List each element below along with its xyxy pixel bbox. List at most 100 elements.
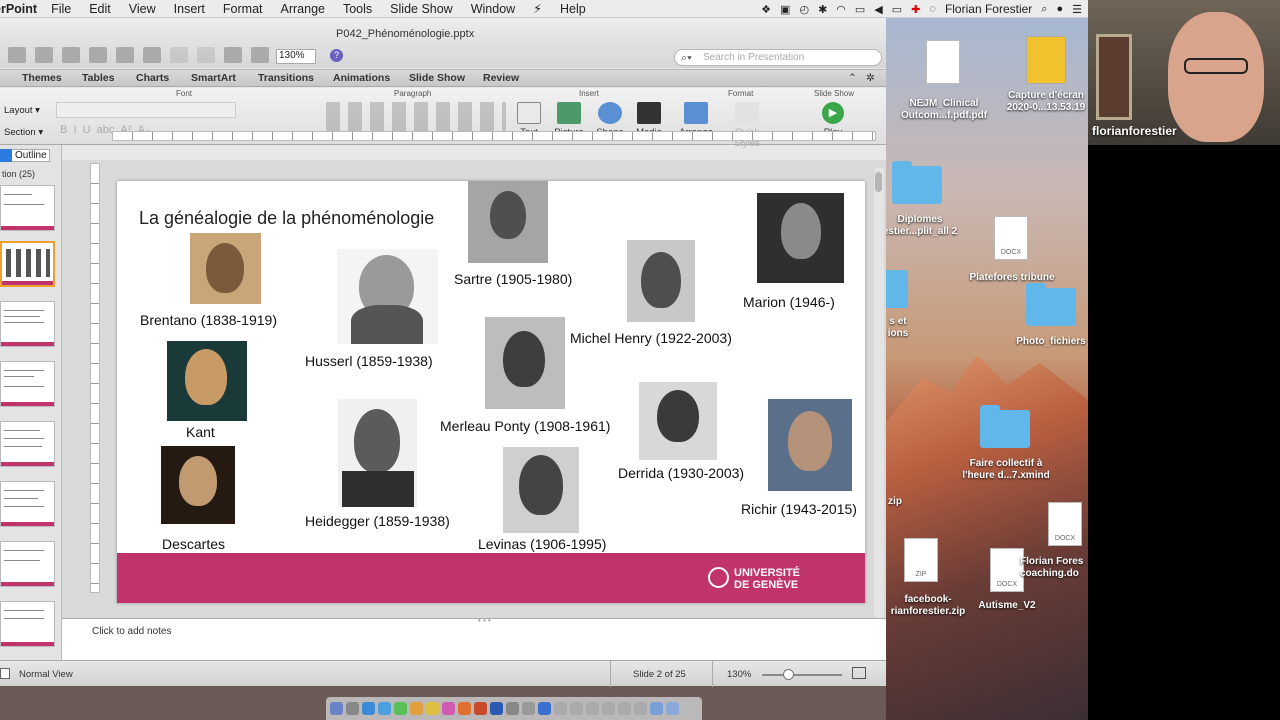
portrait-sartre[interactable] bbox=[468, 181, 548, 263]
powerpoint-icon[interactable] bbox=[474, 702, 487, 715]
quick-styles-button[interactable]: Quick Styles bbox=[721, 102, 773, 149]
app-icon[interactable] bbox=[570, 702, 583, 715]
portrait-richir[interactable] bbox=[768, 399, 852, 491]
slide-thumbnail[interactable] bbox=[0, 361, 55, 407]
desktop-icon-label[interactable]: zip bbox=[886, 496, 904, 508]
fit-to-window-icon[interactable] bbox=[852, 667, 866, 679]
portrait-levinas[interactable] bbox=[503, 447, 579, 533]
menu-window[interactable]: Window bbox=[471, 2, 515, 16]
gallery-icon[interactable] bbox=[224, 47, 242, 63]
notification-center-icon[interactable]: ☰ bbox=[1072, 3, 1082, 16]
format-painter-icon[interactable] bbox=[143, 47, 161, 63]
app-icon[interactable] bbox=[538, 702, 551, 715]
notes-pane[interactable]: • • • Click to add notes bbox=[62, 616, 886, 660]
zoom-select[interactable]: 130% bbox=[276, 49, 316, 64]
slide[interactable]: La généalogie de la phénoménologie Brent… bbox=[117, 181, 865, 603]
menu-insert[interactable]: Insert bbox=[174, 2, 205, 16]
section-menu[interactable]: Section ▾ bbox=[4, 127, 43, 138]
zoom-slider-track[interactable] bbox=[762, 674, 842, 676]
word-icon[interactable] bbox=[490, 702, 503, 715]
scroll-thumb[interactable] bbox=[875, 172, 882, 192]
desktop-icon-label[interactable]: Platefores tribune bbox=[962, 272, 1062, 284]
folder-icon[interactable] bbox=[1026, 283, 1076, 326]
section-header[interactable]: tion (25) bbox=[2, 169, 35, 179]
caption-michel-henry[interactable]: Michel Henry (1922-2003) bbox=[570, 330, 732, 346]
app-icon[interactable] bbox=[618, 702, 631, 715]
siri-icon[interactable]: ● bbox=[1056, 3, 1063, 15]
slide-thumbnail[interactable] bbox=[0, 185, 55, 231]
portrait-michel-henry[interactable] bbox=[627, 240, 695, 322]
portrait-heidegger[interactable] bbox=[338, 399, 417, 507]
docx-file-icon[interactable]: DOCX bbox=[994, 216, 1028, 260]
tab-transitions[interactable]: Transitions bbox=[258, 72, 314, 84]
app-icon[interactable] bbox=[602, 702, 615, 715]
tab-themes[interactable]: Themes bbox=[22, 72, 62, 84]
slide-thumbnail[interactable] bbox=[0, 601, 55, 647]
desktop-icon-label[interactable]: Diplomes estier...plit_all 2 bbox=[886, 214, 960, 238]
portrait-kant[interactable] bbox=[167, 341, 247, 421]
safari-icon[interactable] bbox=[362, 702, 375, 715]
folder-icon[interactable] bbox=[886, 270, 908, 308]
app-menu[interactable]: erPoint bbox=[0, 2, 37, 16]
app-icon[interactable] bbox=[586, 702, 599, 715]
caption-brentano[interactable]: Brentano (1838-1919) bbox=[140, 312, 277, 328]
wifi-icon[interactable]: ◠ bbox=[836, 3, 846, 16]
spotlight-icon[interactable]: ⌕ bbox=[1041, 3, 1047, 16]
script-menu-icon[interactable]: ⚡︎ bbox=[533, 1, 542, 16]
caption-heidegger[interactable]: Heidegger (1859-1938) bbox=[305, 513, 450, 529]
paste-icon[interactable] bbox=[116, 47, 134, 63]
pdf-file-icon[interactable] bbox=[926, 40, 960, 84]
photos-icon[interactable] bbox=[410, 702, 423, 715]
menu-help[interactable]: Help bbox=[560, 2, 586, 16]
layout-menu[interactable]: Layout ▾ bbox=[4, 105, 40, 116]
input-flag-icon[interactable]: ✚ bbox=[911, 3, 920, 16]
ribbon-settings-icon[interactable]: ✲ bbox=[866, 72, 875, 84]
caption-kant[interactable]: Kant bbox=[186, 424, 215, 440]
menu-view[interactable]: View bbox=[129, 2, 156, 16]
desktop-icon-label[interactable]: Capture d'écran 2020-0...13.53.19 bbox=[998, 90, 1088, 114]
splitter-grip-icon[interactable]: • • • bbox=[478, 616, 491, 625]
slide-thumbnail[interactable] bbox=[0, 421, 55, 467]
slide-thumbnail-selected[interactable] bbox=[0, 241, 55, 287]
tab-smartart[interactable]: SmartArt bbox=[191, 72, 236, 84]
menu-arrange[interactable]: Arrange bbox=[281, 2, 325, 16]
mail-icon[interactable] bbox=[378, 702, 391, 715]
battery-icon[interactable]: ▭ bbox=[892, 3, 902, 16]
search-field[interactable]: ⌕▾ Search in Presentation bbox=[674, 49, 882, 66]
caption-merleau-ponty[interactable]: Merleau Ponty (1908-1961) bbox=[440, 418, 610, 434]
undo-icon[interactable] bbox=[170, 47, 188, 63]
caption-richir[interactable]: Richir (1943-2015) bbox=[741, 501, 857, 517]
folder-icon[interactable] bbox=[980, 405, 1030, 448]
notes-placeholder[interactable]: Click to add notes bbox=[92, 626, 172, 637]
menu-file[interactable]: File bbox=[51, 2, 71, 16]
desktop-icon-label[interactable]: s et ions bbox=[886, 316, 910, 340]
screenshot-file-icon[interactable] bbox=[1026, 36, 1066, 84]
camera-icon[interactable]: ▣ bbox=[780, 3, 790, 16]
desktop-icon-label[interactable]: NEJM_Clinical Outcom...f.pdf.pdf bbox=[896, 98, 992, 122]
docx-file-icon[interactable]: DOCX bbox=[1048, 502, 1082, 546]
trash-icon[interactable] bbox=[682, 702, 695, 715]
cut-icon[interactable] bbox=[62, 47, 80, 63]
slides-tab[interactable] bbox=[0, 149, 12, 162]
folder-icon[interactable] bbox=[892, 161, 942, 204]
firefox-icon[interactable] bbox=[458, 702, 471, 715]
tab-slide-show[interactable]: Slide Show bbox=[409, 72, 465, 84]
help-icon[interactable]: ? bbox=[330, 49, 343, 62]
desktop-icon-label[interactable]: facebook- rianforestier.zip bbox=[886, 594, 970, 618]
docx-file-icon[interactable]: DOCX bbox=[990, 548, 1024, 592]
normal-view-icon[interactable] bbox=[0, 668, 10, 679]
volume-icon[interactable]: ◀ bbox=[874, 3, 882, 16]
dropbox-icon[interactable]: ❖ bbox=[761, 3, 771, 16]
save-icon[interactable] bbox=[8, 47, 26, 63]
tab-animations[interactable]: Animations bbox=[333, 72, 390, 84]
sidebar-icon[interactable] bbox=[251, 47, 269, 63]
desktop-icon-label[interactable]: Florian Fores coaching.do bbox=[1020, 556, 1088, 580]
finder-icon[interactable] bbox=[330, 702, 343, 715]
vertical-scrollbar[interactable] bbox=[874, 168, 884, 628]
caption-sartre[interactable]: Sartre (1905-1980) bbox=[454, 271, 572, 287]
collapse-ribbon-icon[interactable]: ⌃ bbox=[848, 72, 857, 84]
app-icon[interactable] bbox=[522, 702, 535, 715]
portrait-merleau-ponty[interactable] bbox=[485, 317, 565, 409]
app-icon[interactable] bbox=[506, 702, 519, 715]
portrait-brentano[interactable] bbox=[190, 233, 261, 304]
